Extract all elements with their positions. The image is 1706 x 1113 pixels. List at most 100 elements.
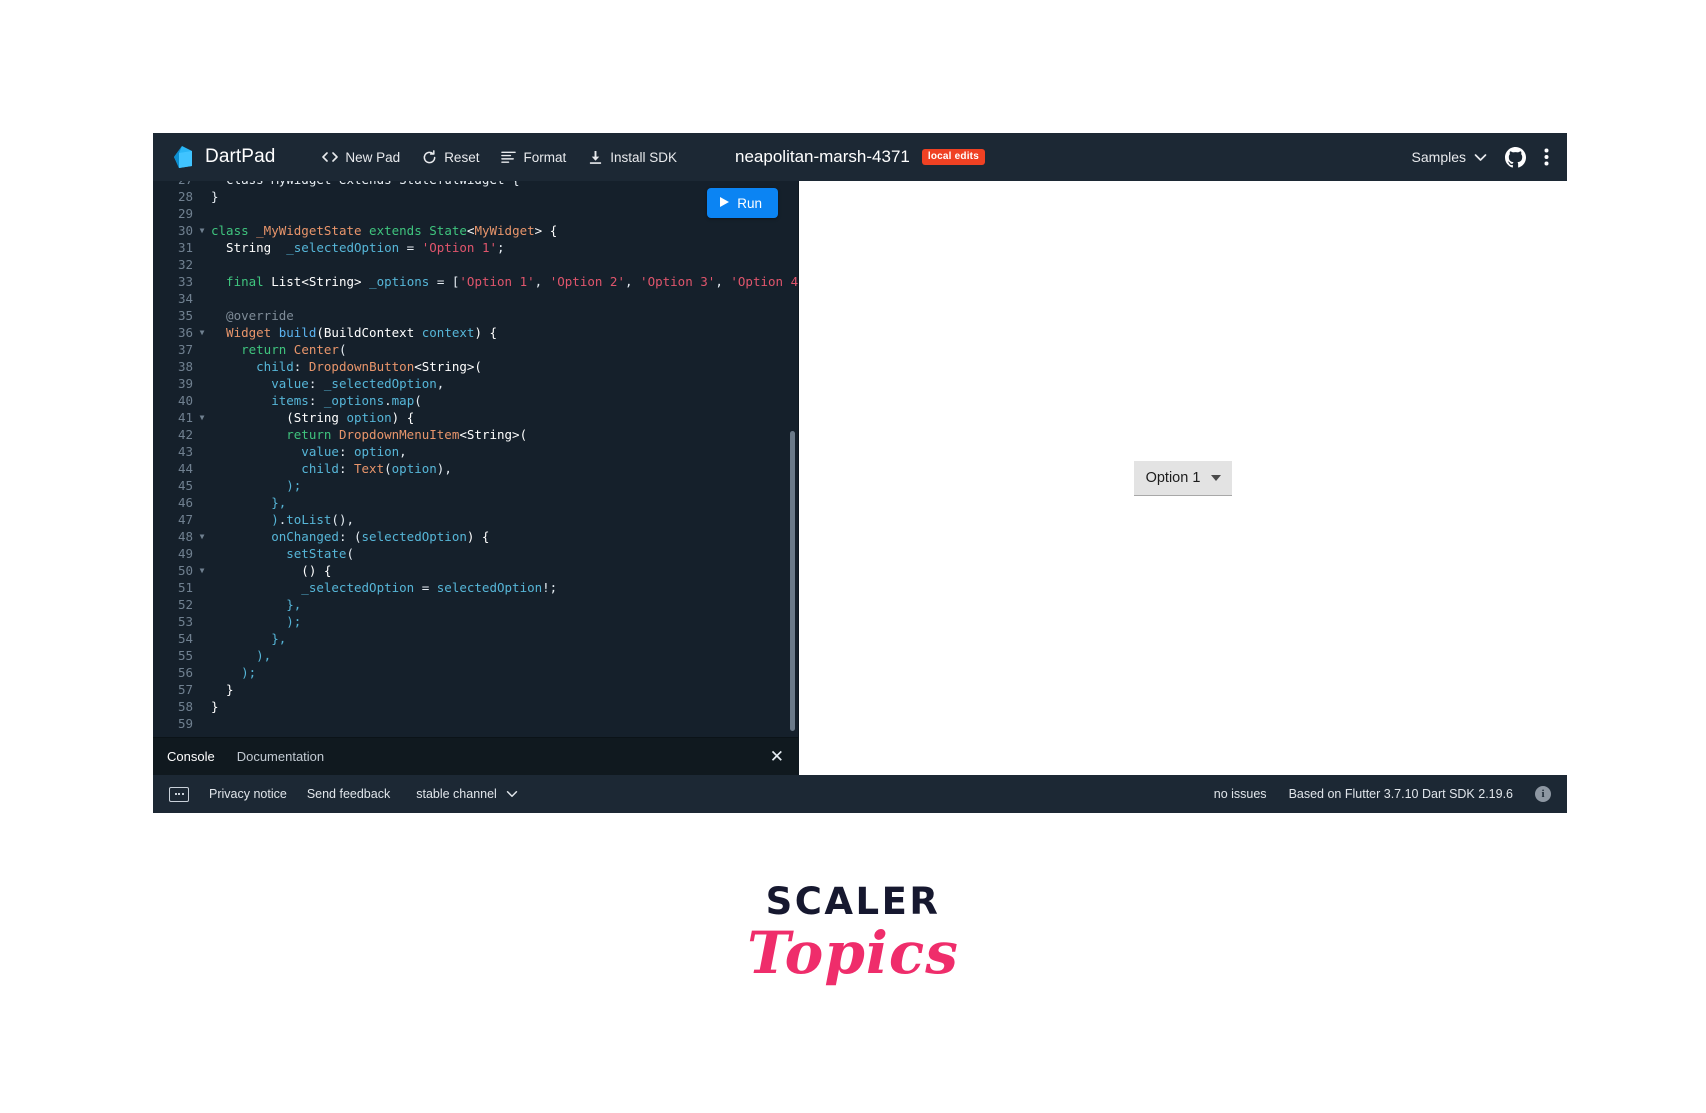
local-edits-badge: local edits bbox=[921, 149, 985, 165]
reset-button[interactable]: Reset bbox=[422, 150, 479, 165]
dart-logo-icon bbox=[171, 144, 195, 170]
code-line[interactable]: 57 } bbox=[153, 681, 798, 698]
code-line[interactable]: 49 setState( bbox=[153, 545, 798, 562]
download-icon bbox=[588, 150, 603, 165]
line-number: 52 bbox=[177, 597, 193, 612]
code-line[interactable]: 59 bbox=[153, 715, 798, 732]
fold-toggle-icon[interactable]: ▼ bbox=[197, 562, 207, 579]
fold-toggle-icon[interactable]: ▼ bbox=[197, 409, 207, 426]
install-sdk-button[interactable]: Install SDK bbox=[588, 150, 677, 165]
code-line[interactable]: 47 ).toList(), bbox=[153, 511, 798, 528]
fold-toggle-icon[interactable]: ▼ bbox=[197, 222, 207, 239]
watermark-topics: Topics bbox=[747, 919, 959, 987]
run-button[interactable]: Run bbox=[707, 188, 778, 218]
preview-dropdown-button[interactable]: Option 1 bbox=[1133, 460, 1233, 496]
code-line[interactable]: 32 bbox=[153, 256, 798, 273]
more-vertical-icon[interactable] bbox=[1544, 147, 1549, 167]
code-text: } bbox=[211, 682, 234, 697]
code-line[interactable]: 42 return DropdownMenuItem<String>( bbox=[153, 426, 798, 443]
privacy-notice-link[interactable]: Privacy notice bbox=[209, 787, 287, 801]
header-right-group: Samples bbox=[1412, 146, 1549, 168]
code-line[interactable]: 34 bbox=[153, 290, 798, 307]
code-line[interactable]: 50 ▼ () { bbox=[153, 562, 798, 579]
reset-label: Reset bbox=[444, 149, 480, 165]
line-number: 28 bbox=[177, 189, 193, 204]
close-icon[interactable]: ✕ bbox=[770, 748, 784, 765]
code-line[interactable]: 43 value: option, bbox=[153, 443, 798, 460]
keyboard-icon[interactable] bbox=[169, 786, 189, 802]
code-line[interactable]: 44 child: Text(option), bbox=[153, 460, 798, 477]
line-number: 41 bbox=[177, 410, 193, 425]
code-text: ); bbox=[211, 665, 257, 680]
code-line[interactable]: 38 child: DropdownButton<String>( bbox=[153, 358, 798, 375]
code-text: ), bbox=[211, 648, 272, 663]
channel-dropdown[interactable]: stable channel bbox=[416, 787, 518, 801]
code-text: return Center( bbox=[211, 342, 347, 357]
github-icon[interactable] bbox=[1505, 146, 1526, 168]
code-line[interactable]: 52 }, bbox=[153, 596, 798, 613]
line-number: 44 bbox=[177, 461, 193, 476]
code-line[interactable]: 35 @override bbox=[153, 307, 798, 324]
code-line[interactable]: 53 ); bbox=[153, 613, 798, 630]
code-line[interactable]: 40 items: _options.map( bbox=[153, 392, 798, 409]
line-number: 42 bbox=[177, 427, 193, 442]
line-number: 48 bbox=[177, 529, 193, 544]
brand: DartPad bbox=[171, 144, 275, 170]
code-line[interactable]: 33 final List<String> _options = ['Optio… bbox=[153, 273, 798, 290]
code-line[interactable]: 58} bbox=[153, 698, 798, 715]
channel-label: stable channel bbox=[416, 787, 497, 801]
code-line[interactable]: 27 class MyWidget extends StatefulWidget… bbox=[153, 181, 798, 188]
line-number: 39 bbox=[177, 376, 193, 391]
chevron-down-icon bbox=[1474, 149, 1487, 165]
code-scroll-area[interactable]: 27 class MyWidget extends StatefulWidget… bbox=[153, 181, 798, 737]
scaler-topics-watermark: SCALER Topics bbox=[0, 880, 1706, 987]
code-line[interactable]: 51 _selectedOption = selectedOption!; bbox=[153, 579, 798, 596]
line-number: 31 bbox=[177, 240, 193, 255]
fold-toggle-icon[interactable]: ▼ bbox=[197, 324, 207, 341]
preview-dropdown-value: Option 1 bbox=[1145, 469, 1201, 486]
console-tab-strip: Console Documentation ✕ bbox=[153, 737, 798, 775]
line-number: 27 bbox=[153, 181, 197, 188]
code-lines[interactable]: 27 class MyWidget extends StatefulWidget… bbox=[153, 181, 798, 732]
samples-dropdown[interactable]: Samples bbox=[1412, 149, 1487, 165]
code-line[interactable]: 45 ); bbox=[153, 477, 798, 494]
code-text: ).toList(), bbox=[211, 512, 354, 527]
send-feedback-link[interactable]: Send feedback bbox=[307, 787, 390, 801]
new-pad-button[interactable]: New Pad bbox=[322, 150, 400, 165]
code-line[interactable]: 29 bbox=[153, 205, 798, 222]
format-button[interactable]: Format bbox=[501, 150, 566, 165]
code-line[interactable]: 48 ▼ onChanged: (selectedOption) { bbox=[153, 528, 798, 545]
code-line[interactable]: 56 ); bbox=[153, 664, 798, 681]
tab-documentation[interactable]: Documentation bbox=[237, 749, 324, 764]
code-line[interactable]: 41 ▼ (String option) { bbox=[153, 409, 798, 426]
code-line[interactable]: 46 }, bbox=[153, 494, 798, 511]
status-bar-right: no issues Based on Flutter 3.7.10 Dart S… bbox=[1214, 786, 1551, 802]
code-line[interactable]: 36 ▼ Widget build(BuildContext context) { bbox=[153, 324, 798, 341]
info-icon[interactable]: i bbox=[1535, 786, 1551, 802]
code-line[interactable]: 30 ▼ class _MyWidgetState extends State<My… bbox=[153, 222, 798, 239]
tab-console[interactable]: Console bbox=[167, 749, 215, 764]
code-text: }, bbox=[211, 597, 302, 612]
code-text: items: _options.map( bbox=[211, 393, 422, 408]
code-text: setState( bbox=[211, 546, 354, 561]
code-text: (String option) { bbox=[211, 410, 415, 425]
line-number: 55 bbox=[177, 648, 193, 663]
code-text: class _MyWidgetState extends State<MyWid… bbox=[211, 223, 558, 238]
code-line[interactable]: 39 value: _selectedOption, bbox=[153, 375, 798, 392]
code-line[interactable]: 54 }, bbox=[153, 630, 798, 647]
line-number: 43 bbox=[177, 444, 193, 459]
line-number: 38 bbox=[177, 359, 193, 374]
line-number: 37 bbox=[177, 342, 193, 357]
code-line[interactable]: 31 String _selectedOption = 'Option 1'; bbox=[153, 239, 798, 256]
code-line[interactable]: 28} bbox=[153, 188, 798, 205]
editor-scrollbar[interactable] bbox=[790, 431, 795, 731]
code-line[interactable]: 55 ), bbox=[153, 647, 798, 664]
line-number: 33 bbox=[177, 274, 193, 289]
code-text: }, bbox=[211, 631, 287, 646]
fold-toggle-icon[interactable]: ▼ bbox=[197, 528, 207, 545]
code-text: child: Text(option), bbox=[211, 461, 452, 476]
play-icon bbox=[718, 196, 730, 211]
watermark-scaler: SCALER bbox=[765, 880, 941, 923]
code-line[interactable]: 37 return Center( bbox=[153, 341, 798, 358]
code-text: ); bbox=[211, 478, 302, 493]
